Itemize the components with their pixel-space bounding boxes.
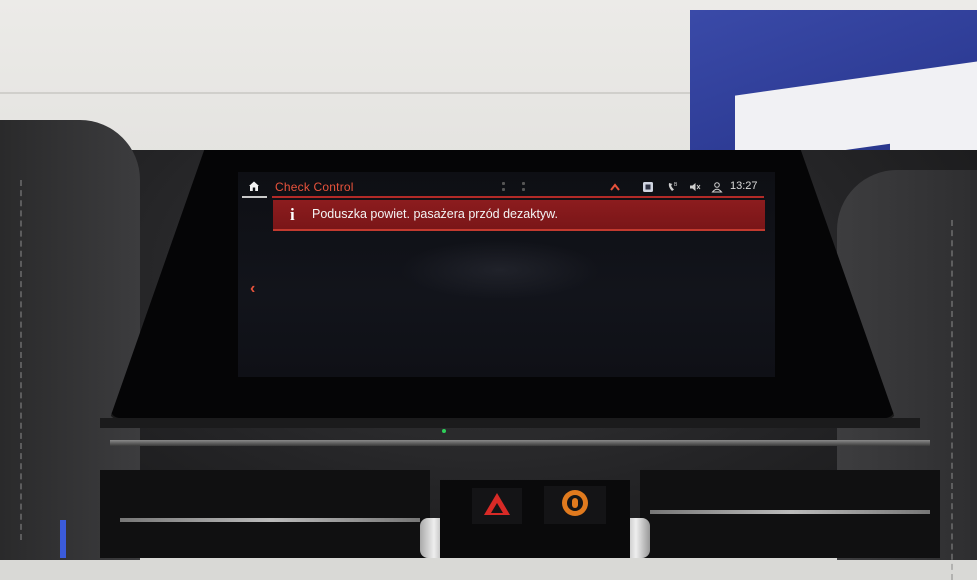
- home-tab-indicator: [242, 196, 267, 198]
- chrome-trim: [110, 440, 930, 446]
- leather-stitching: [951, 220, 955, 580]
- title-divider: [272, 196, 764, 198]
- page-indicator-dots: [500, 181, 530, 193]
- message-text: Poduszka powiet. pasażera przód dezaktyw…: [312, 207, 558, 221]
- chevron-left-icon[interactable]: ‹: [250, 280, 255, 298]
- leather-stitching: [20, 180, 24, 540]
- media-icon: [643, 182, 653, 192]
- clock: 13:27: [730, 180, 758, 192]
- airbag-off-icon-figure: [572, 498, 578, 508]
- air-vent-left: [100, 470, 430, 558]
- user-profile-icon: [711, 182, 723, 193]
- mute-icon: [690, 183, 701, 191]
- air-vent-right: [640, 470, 940, 558]
- dashboard-trim: [100, 418, 920, 428]
- wall-seam: [0, 92, 700, 94]
- screen-glare: [400, 240, 600, 300]
- vent-slat: [120, 518, 420, 522]
- home-icon[interactable]: [248, 180, 260, 192]
- svg-text:B: B: [674, 182, 678, 188]
- hazard-icon-inner: [491, 503, 503, 513]
- phone-signal-icon: B: [668, 182, 678, 191]
- page-title: Check Control: [275, 180, 354, 194]
- status-led: [442, 429, 446, 433]
- ambient-light: [60, 520, 66, 558]
- vent-slat: [650, 510, 930, 514]
- chevron-up-icon[interactable]: [610, 183, 620, 191]
- info-icon: i: [290, 205, 295, 224]
